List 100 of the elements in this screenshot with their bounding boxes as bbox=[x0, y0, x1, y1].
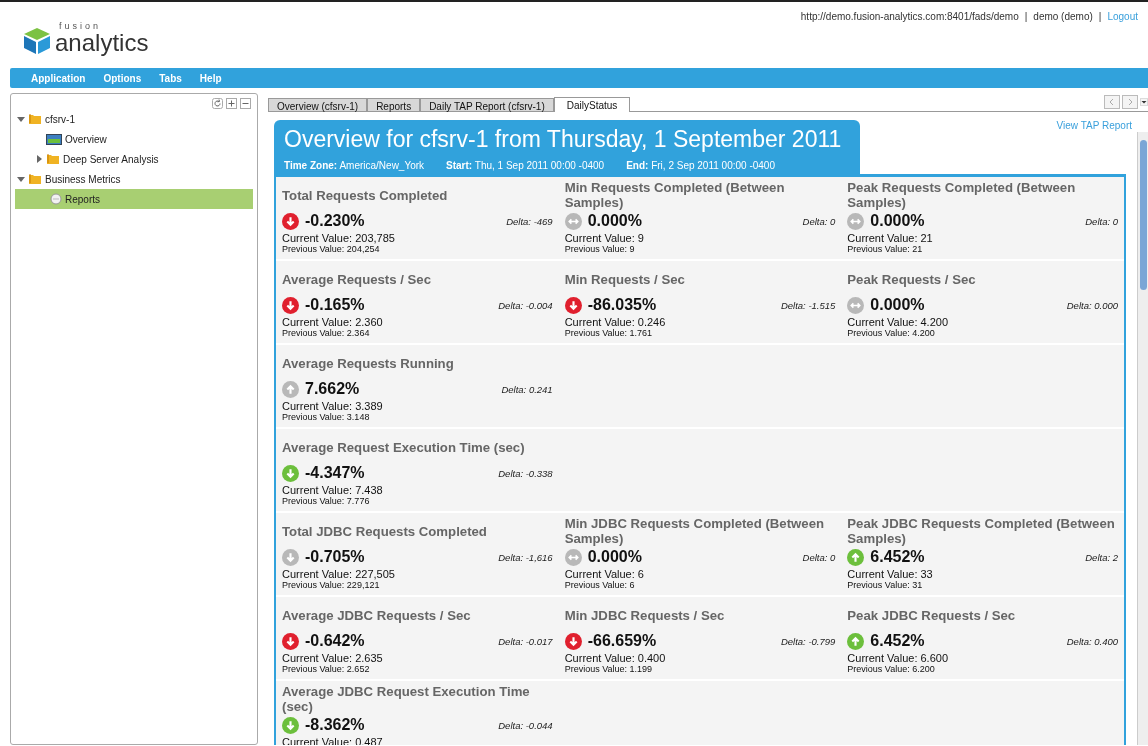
tree-item[interactable]: Reports bbox=[15, 189, 253, 209]
delta-value: Delta: 0 bbox=[802, 551, 836, 563]
metric-title: Peak JDBC Requests / Sec bbox=[847, 606, 1017, 625]
delta-value: Delta: -0.004 bbox=[498, 299, 553, 311]
scroll-thumb[interactable] bbox=[1140, 140, 1147, 290]
delta-value: Delta: 0 bbox=[1085, 215, 1118, 227]
folder-icon bbox=[28, 113, 42, 125]
current-value: Current Value: 0.246 bbox=[564, 316, 667, 328]
delta-value: Delta: 2 bbox=[1085, 551, 1118, 563]
expand-triangle-icon[interactable] bbox=[17, 175, 25, 183]
previous-value: Previous Value: 3.148 bbox=[282, 412, 371, 422]
previous-value: Previous Value: 4.200 bbox=[847, 328, 936, 338]
refresh-icon[interactable] bbox=[212, 98, 223, 109]
tree-item[interactable]: Overview bbox=[11, 129, 257, 149]
delta-value: Delta: -1.515 bbox=[780, 299, 836, 311]
metric-title: Average Requests / Sec bbox=[282, 270, 433, 289]
collapse-all-icon[interactable] bbox=[240, 98, 251, 109]
tree-item[interactable]: Deep Server Analysis bbox=[11, 149, 257, 169]
current-value: Current Value: 33 bbox=[847, 568, 934, 580]
folder-icon bbox=[28, 173, 42, 185]
tab[interactable]: Reports bbox=[367, 98, 421, 111]
report-meta: Start: Thu, 1 Sep 2011 00:00 -0400 bbox=[446, 160, 605, 171]
previous-value: Previous Value: 9 bbox=[564, 244, 636, 254]
collapse-triangle-icon[interactable] bbox=[35, 155, 43, 163]
delta-value: Delta: 0.241 bbox=[501, 383, 553, 395]
percent-change: -8.362% bbox=[305, 716, 365, 734]
current-value: Current Value: 2.360 bbox=[282, 316, 384, 328]
cube-logo-icon bbox=[22, 27, 52, 55]
current-value: Current Value: 7.438 bbox=[282, 484, 384, 496]
percent-change: 0.000% bbox=[870, 296, 925, 314]
current-value: Current Value: 203,785 bbox=[282, 232, 396, 244]
current-value: Current Value: 9 bbox=[564, 232, 645, 244]
current-value: Current Value: 21 bbox=[847, 232, 934, 244]
previous-value: Previous Value: 21 bbox=[847, 244, 924, 254]
metric-title: Average JDBC Request Execution Time (sec) bbox=[282, 684, 531, 714]
previous-value: Previous Value: 1.199 bbox=[564, 664, 654, 674]
tab-menu-button[interactable] bbox=[1140, 95, 1148, 109]
delta-value: Delta: -0.338 bbox=[498, 467, 553, 479]
delta-value: Delta: -1,616 bbox=[498, 551, 553, 563]
logo-wordmark: analytics bbox=[55, 31, 149, 55]
metric-title: Total Requests Completed bbox=[282, 186, 449, 205]
previous-value: Previous Value: 31 bbox=[847, 580, 924, 590]
percent-change: -66.659% bbox=[587, 632, 657, 650]
expand-triangle-icon[interactable] bbox=[17, 115, 25, 123]
separator: | bbox=[1098, 11, 1102, 22]
current-value: Current Value: 4.200 bbox=[847, 316, 950, 328]
metric-title: Total JDBC Requests Completed bbox=[282, 522, 488, 541]
percent-change: -0.165% bbox=[305, 296, 365, 314]
current-value: Current Value: 6 bbox=[564, 568, 645, 580]
current-value: Current Value: 6.600 bbox=[847, 652, 950, 664]
user-name: demo (demo) bbox=[1033, 11, 1093, 22]
delta-value: Delta: -0.044 bbox=[498, 719, 553, 731]
percent-change: -86.035% bbox=[587, 296, 657, 314]
delta-value: Delta: 0.000 bbox=[1066, 299, 1118, 311]
metric-title: Peak Requests Completed (Between Samples) bbox=[847, 180, 1077, 210]
report-icon bbox=[50, 193, 62, 205]
percent-change: -0.230% bbox=[305, 212, 365, 230]
current-value: Current Value: 227,505 bbox=[282, 568, 396, 580]
current-value: Current Value: 3.389 bbox=[282, 400, 384, 412]
tab[interactable]: DailyStatus bbox=[553, 97, 631, 112]
report-meta: End: Fri, 2 Sep 2011 00:00 -0400 bbox=[626, 160, 775, 171]
tab[interactable]: Daily TAP Report (cfsrv-1) bbox=[420, 98, 554, 111]
percent-change: 6.452% bbox=[870, 632, 925, 650]
metric-title: Min Requests Completed (Between Samples) bbox=[564, 180, 786, 210]
expand-all-icon[interactable] bbox=[226, 98, 237, 109]
metric-title: Average Requests Running bbox=[282, 354, 455, 373]
report-meta: Time Zone: America/New_York bbox=[284, 160, 425, 171]
previous-value: Previous Value: 204,254 bbox=[282, 244, 381, 254]
report-title: Overview for cfsrv-1 from Thursday, 1 September 2011 bbox=[284, 126, 843, 153]
percent-change: 0.000% bbox=[870, 212, 925, 230]
logo-subtitle: fusion bbox=[59, 22, 103, 31]
percent-change: -0.705% bbox=[305, 548, 365, 566]
tab[interactable]: Overview (cfsrv-1) bbox=[268, 98, 368, 111]
server-url: http://demo.fusion-analytics.com:8401/fads/demo bbox=[800, 11, 1019, 22]
percent-change: 7.662% bbox=[305, 380, 360, 398]
previous-value: Previous Value: 1.761 bbox=[564, 328, 654, 338]
delta-value: Delta: 0.400 bbox=[1066, 635, 1118, 647]
delta-value: Delta: 0 bbox=[802, 215, 836, 227]
percent-change: 6.452% bbox=[870, 548, 925, 566]
folder-icon bbox=[46, 153, 60, 165]
previous-value: Previous Value: 7.776 bbox=[282, 496, 371, 506]
percent-change: 0.000% bbox=[587, 212, 642, 230]
metric-title: Peak JDBC Requests Completed (Between Samples) bbox=[847, 516, 1116, 546]
delta-value: Delta: -0.017 bbox=[498, 635, 553, 647]
delta-value: Delta: -0.799 bbox=[780, 635, 836, 647]
percent-change: -0.642% bbox=[305, 632, 365, 650]
tree-item[interactable]: cfsrv-1 bbox=[11, 109, 257, 129]
metric-title: Min JDBC Requests Completed (Between Samples) bbox=[564, 516, 826, 546]
previous-value: Previous Value: 2.652 bbox=[282, 664, 371, 674]
previous-value: Previous Value: 229,121 bbox=[282, 580, 381, 590]
metric-title: Average Request Execution Time (sec) bbox=[282, 438, 526, 457]
scrollbar[interactable] bbox=[1137, 132, 1148, 745]
separator: | bbox=[1024, 11, 1028, 22]
metric-title: Peak Requests / Sec bbox=[847, 270, 977, 289]
previous-value: Previous Value: 2.364 bbox=[282, 328, 371, 338]
percent-change: -4.347% bbox=[305, 464, 365, 482]
metric-title: Min JDBC Requests / Sec bbox=[564, 606, 726, 625]
tree-item[interactable]: Business Metrics bbox=[11, 169, 257, 189]
delta-value: Delta: -469 bbox=[506, 215, 553, 227]
percent-change: 0.000% bbox=[587, 548, 642, 566]
